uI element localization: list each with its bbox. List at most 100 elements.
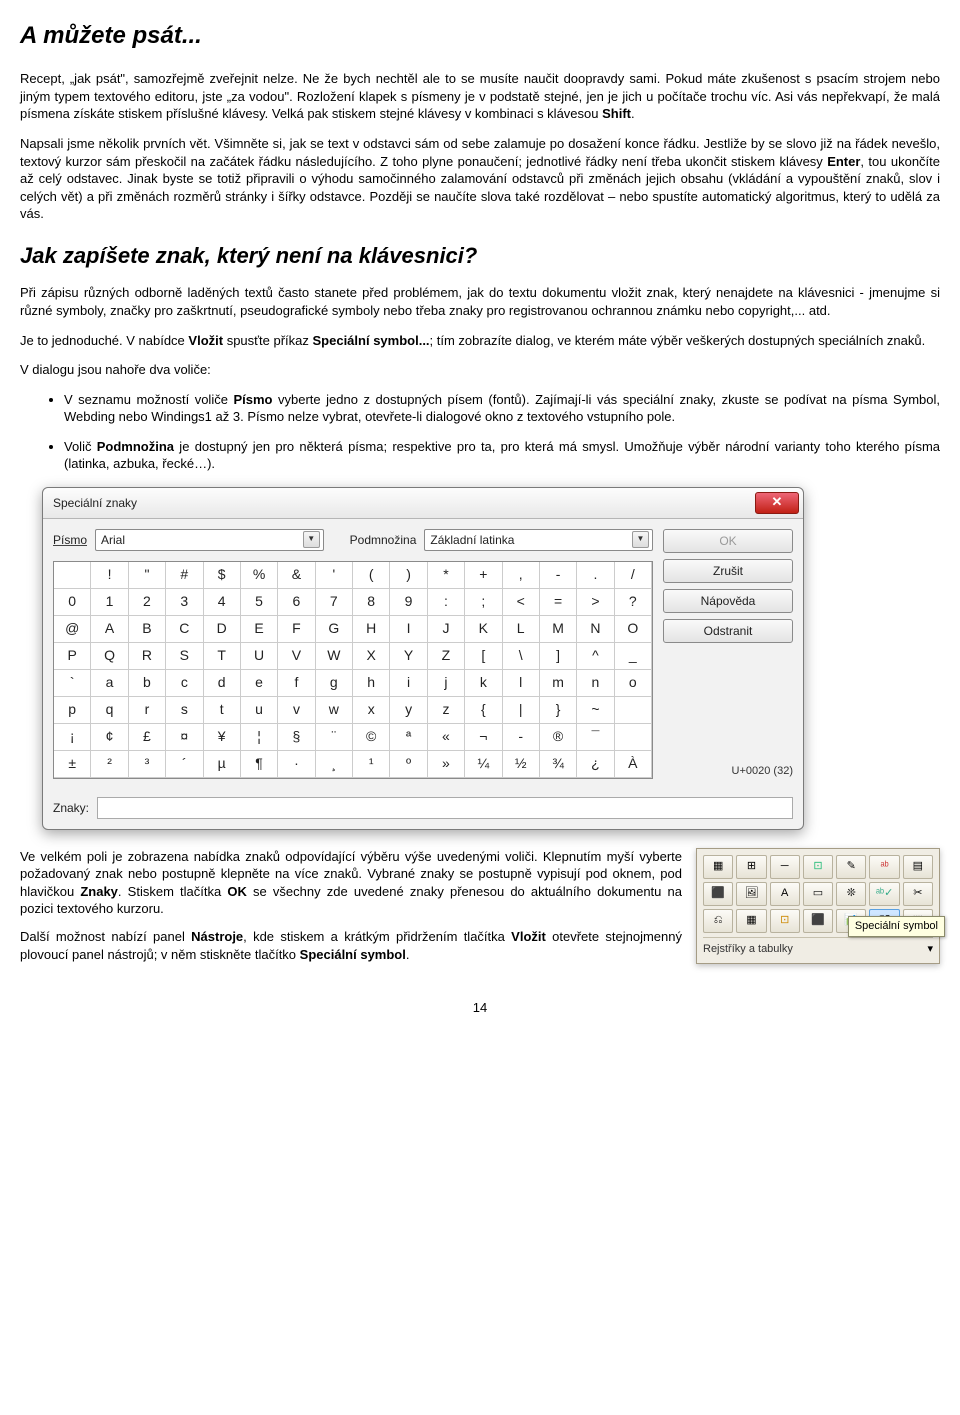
tool-btn[interactable]: ⊡ [770,909,800,933]
char-cell[interactable]: ¾ [540,751,577,778]
char-cell[interactable]: : [428,589,465,616]
char-cell[interactable]: C [166,616,203,643]
char-cell[interactable]: " [129,562,166,589]
char-cell[interactable]: R [129,643,166,670]
char-cell[interactable]: 2 [129,589,166,616]
char-cell[interactable]: 0 [54,589,91,616]
char-cell[interactable]: ¨ [316,724,353,751]
help-button[interactable]: Nápověda [663,589,793,613]
subset-combo[interactable]: Základní latinka ▼ [424,529,653,551]
char-cell[interactable]: ¿ [577,751,614,778]
char-cell[interactable]: H [353,616,390,643]
char-cell[interactable]: | [503,697,540,724]
char-cell[interactable] [54,562,91,589]
char-cell[interactable]: µ [204,751,241,778]
char-cell[interactable]: n [577,670,614,697]
char-cell[interactable]: z [428,697,465,724]
char-cell[interactable]: j [428,670,465,697]
tool-btn[interactable]: ⎌ [703,909,733,933]
tool-btn[interactable]: ᵃᵇ [869,855,899,879]
char-cell[interactable]: l [503,670,540,697]
char-cell[interactable]: ± [54,751,91,778]
char-cell[interactable]: ¬ [465,724,502,751]
char-cell[interactable]: # [166,562,203,589]
tool-btn[interactable]: ▭ [803,882,833,906]
chevron-down-icon[interactable]: ▼ [632,531,649,548]
char-cell[interactable]: ¯ [577,724,614,751]
char-cell[interactable]: ' [316,562,353,589]
char-cell[interactable]: x [353,697,390,724]
char-cell[interactable]: S [166,643,203,670]
cancel-button[interactable]: Zrušit [663,559,793,583]
char-cell[interactable]: b [129,670,166,697]
char-cell[interactable]: 9 [390,589,427,616]
char-cell[interactable]: - [503,724,540,751]
char-cell[interactable]: U [241,643,278,670]
char-cell[interactable]: d [204,670,241,697]
char-cell[interactable]: o [615,670,652,697]
chevron-down-icon[interactable]: ▼ [303,531,320,548]
char-cell[interactable]: - [540,562,577,589]
char-cell[interactable]: M [540,616,577,643]
char-cell[interactable]: ² [91,751,128,778]
char-cell[interactable]: r [129,697,166,724]
char-cell[interactable]: J [428,616,465,643]
char-cell[interactable]: ] [540,643,577,670]
tool-btn[interactable]: 🖼 [736,882,766,906]
char-cell[interactable]: ¸ [316,751,353,778]
char-cell[interactable]: ; [465,589,502,616]
delete-button[interactable]: Odstranit [663,619,793,643]
close-button[interactable]: ✕ [755,492,799,514]
char-cell[interactable]: ` [54,670,91,697]
char-cell[interactable]: F [278,616,315,643]
char-cell[interactable]: t [204,697,241,724]
character-grid[interactable]: !"#$%&'()*+,-./0123456789:;<=>?@ABCDEFGH… [53,561,653,779]
char-cell[interactable]: Z [428,643,465,670]
char-cell[interactable]: E [241,616,278,643]
char-cell[interactable]: q [91,697,128,724]
char-cell[interactable]: ¤ [166,724,203,751]
tool-btn[interactable]: ✎ [836,855,866,879]
char-cell[interactable]: s [166,697,203,724]
tool-btn[interactable]: ᵃᵇ✓ [869,882,899,906]
char-cell[interactable]: 6 [278,589,315,616]
char-cell[interactable]: ¦ [241,724,278,751]
znaky-output[interactable] [97,797,793,819]
char-cell[interactable]: ¼ [465,751,502,778]
char-cell[interactable]: 1 [91,589,128,616]
char-cell[interactable]: w [316,697,353,724]
char-cell[interactable]: h [353,670,390,697]
char-cell[interactable]: N [577,616,614,643]
char-cell[interactable]: ¡ [54,724,91,751]
char-cell[interactable]: ¥ [204,724,241,751]
char-cell[interactable]: ) [390,562,427,589]
char-cell[interactable]: T [204,643,241,670]
char-cell[interactable]: c [166,670,203,697]
char-cell[interactable]: A [91,616,128,643]
char-cell[interactable]: ª [390,724,427,751]
char-cell[interactable]: ? [615,589,652,616]
char-cell[interactable]: ´ [166,751,203,778]
ok-button[interactable]: OK [663,529,793,553]
char-cell[interactable]: K [465,616,502,643]
char-cell[interactable]: % [241,562,278,589]
char-cell[interactable]: ¢ [91,724,128,751]
tool-btn[interactable]: A [770,882,800,906]
font-combo[interactable]: Arial ▼ [95,529,324,551]
char-cell[interactable]: p [54,697,91,724]
char-cell[interactable]: ³ [129,751,166,778]
char-cell[interactable]: v [278,697,315,724]
char-cell[interactable]: \ [503,643,540,670]
char-cell[interactable]: > [577,589,614,616]
char-cell[interactable]: § [278,724,315,751]
char-cell[interactable]: ! [91,562,128,589]
char-cell[interactable]: £ [129,724,166,751]
char-cell[interactable]: & [278,562,315,589]
char-cell[interactable]: e [241,670,278,697]
char-cell[interactable]: » [428,751,465,778]
char-cell[interactable]: a [91,670,128,697]
char-cell[interactable]: º [390,751,427,778]
char-cell[interactable]: m [540,670,577,697]
char-cell[interactable]: D [204,616,241,643]
char-cell[interactable]: + [465,562,502,589]
